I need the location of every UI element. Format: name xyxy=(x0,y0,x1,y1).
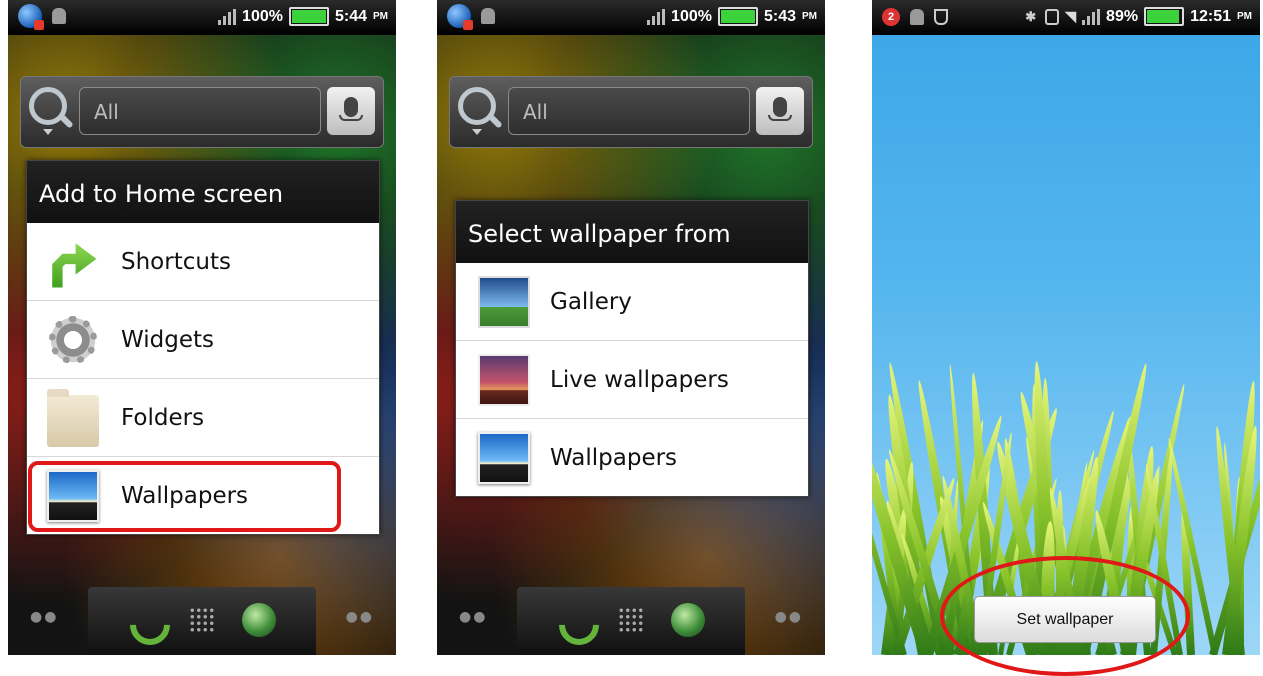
microphone-icon xyxy=(768,97,792,121)
notification-count-badge: 2 xyxy=(882,8,900,26)
screen-select-wallpaper: 100% 5:43 PM All Select wallpaper from G… xyxy=(437,0,825,655)
microphone-icon xyxy=(339,97,363,121)
search-input[interactable]: All xyxy=(508,87,750,135)
wallpaper-icon xyxy=(478,431,530,484)
browser-icon[interactable] xyxy=(242,603,276,637)
screen-add-to-home: 100% 5:44 PM All Add to Home screen Shor… xyxy=(8,0,396,655)
signal-icon xyxy=(218,8,237,25)
dialog-item-label: Widgets xyxy=(121,326,214,353)
phone-icon[interactable] xyxy=(550,596,608,654)
bluetooth-icon: ✱ xyxy=(1025,8,1037,24)
dialog-list: Gallery Live wallpapers Wallpapers xyxy=(456,263,808,496)
search-input[interactable]: All xyxy=(79,87,321,135)
dialog-item-gallery[interactable]: Gallery xyxy=(456,263,808,341)
page-indicator-left: ●● xyxy=(30,609,59,625)
folder-icon xyxy=(47,388,99,447)
dialog-item-live-wallpapers[interactable]: Live wallpapers xyxy=(456,341,808,419)
android-debug-icon xyxy=(481,8,495,24)
live-wallpaper-icon xyxy=(478,353,530,406)
signal-icon xyxy=(647,8,666,25)
clock: 5:43 xyxy=(763,7,796,25)
search-icon[interactable] xyxy=(29,87,67,125)
battery-charging-icon xyxy=(1144,7,1185,26)
clock: 12:51 xyxy=(1190,7,1231,25)
globe-notification-icon xyxy=(18,4,44,30)
dialog-item-label: Wallpapers xyxy=(550,444,678,471)
arrow-icon xyxy=(52,243,97,288)
gallery-icon xyxy=(474,271,530,328)
clock-ampm: PM xyxy=(373,11,388,22)
clock-ampm: PM xyxy=(1237,11,1252,22)
dialog-item-label: Shortcuts xyxy=(121,248,231,275)
gear-icon xyxy=(47,313,99,366)
app-drawer-icon[interactable] xyxy=(618,607,644,633)
battery-percent: 100% xyxy=(242,7,283,25)
battery-percent: 100% xyxy=(671,7,712,25)
vibrate-icon xyxy=(1045,8,1060,25)
voice-search-button[interactable] xyxy=(756,87,804,135)
voice-search-button[interactable] xyxy=(327,87,375,135)
highlight-wallpapers xyxy=(28,461,341,532)
launcher-dock xyxy=(88,587,316,655)
signal-icon xyxy=(1082,8,1101,25)
battery-icon xyxy=(288,7,329,26)
search-widget[interactable]: All xyxy=(20,76,384,148)
search-widget[interactable]: All xyxy=(449,76,813,148)
browser-icon[interactable] xyxy=(671,603,705,637)
search-icon[interactable] xyxy=(458,87,496,125)
highlight-set-wallpaper xyxy=(940,556,1190,676)
dialog-item-label: Folders xyxy=(121,404,205,431)
android-debug-icon xyxy=(910,9,924,25)
clock-ampm: PM xyxy=(802,11,817,22)
wifi-icon: ◥ xyxy=(1065,8,1077,24)
chevron-down-icon xyxy=(43,129,53,135)
status-bar: 2 ✱ ◥ 89% 12:51 PM xyxy=(872,0,1260,35)
dialog-title: Add to Home screen xyxy=(27,161,379,223)
page-indicator-right: ●● xyxy=(345,609,374,625)
status-bar: 100% 5:44 PM xyxy=(8,0,396,35)
dialog-item-label: Gallery xyxy=(550,288,632,315)
dialog-item-wallpapers[interactable]: Wallpapers xyxy=(456,419,808,496)
app-drawer-icon[interactable] xyxy=(189,607,215,633)
clock: 5:44 xyxy=(334,7,367,25)
battery-percent: 89% xyxy=(1106,7,1139,25)
dialog-item-folders[interactable]: Folders xyxy=(27,379,379,457)
page-indicator-right: ●● xyxy=(774,609,803,625)
status-bar: 100% 5:43 PM xyxy=(437,0,825,35)
battery-icon xyxy=(717,7,758,26)
page-indicator-left: ●● xyxy=(459,609,488,625)
usb-icon xyxy=(934,9,948,25)
dialog-item-widgets[interactable]: Widgets xyxy=(27,301,379,379)
dialog-item-label: Live wallpapers xyxy=(550,366,729,393)
dialog-title: Select wallpaper from xyxy=(456,201,808,263)
dialog-item-shortcuts[interactable]: Shortcuts xyxy=(27,223,379,301)
globe-notification-icon xyxy=(447,4,473,30)
launcher-dock xyxy=(517,587,745,655)
chevron-down-icon xyxy=(472,129,482,135)
select-wallpaper-dialog: Select wallpaper from Gallery Live wallp… xyxy=(455,200,809,497)
android-debug-icon xyxy=(52,8,66,24)
phone-icon[interactable] xyxy=(121,596,179,654)
